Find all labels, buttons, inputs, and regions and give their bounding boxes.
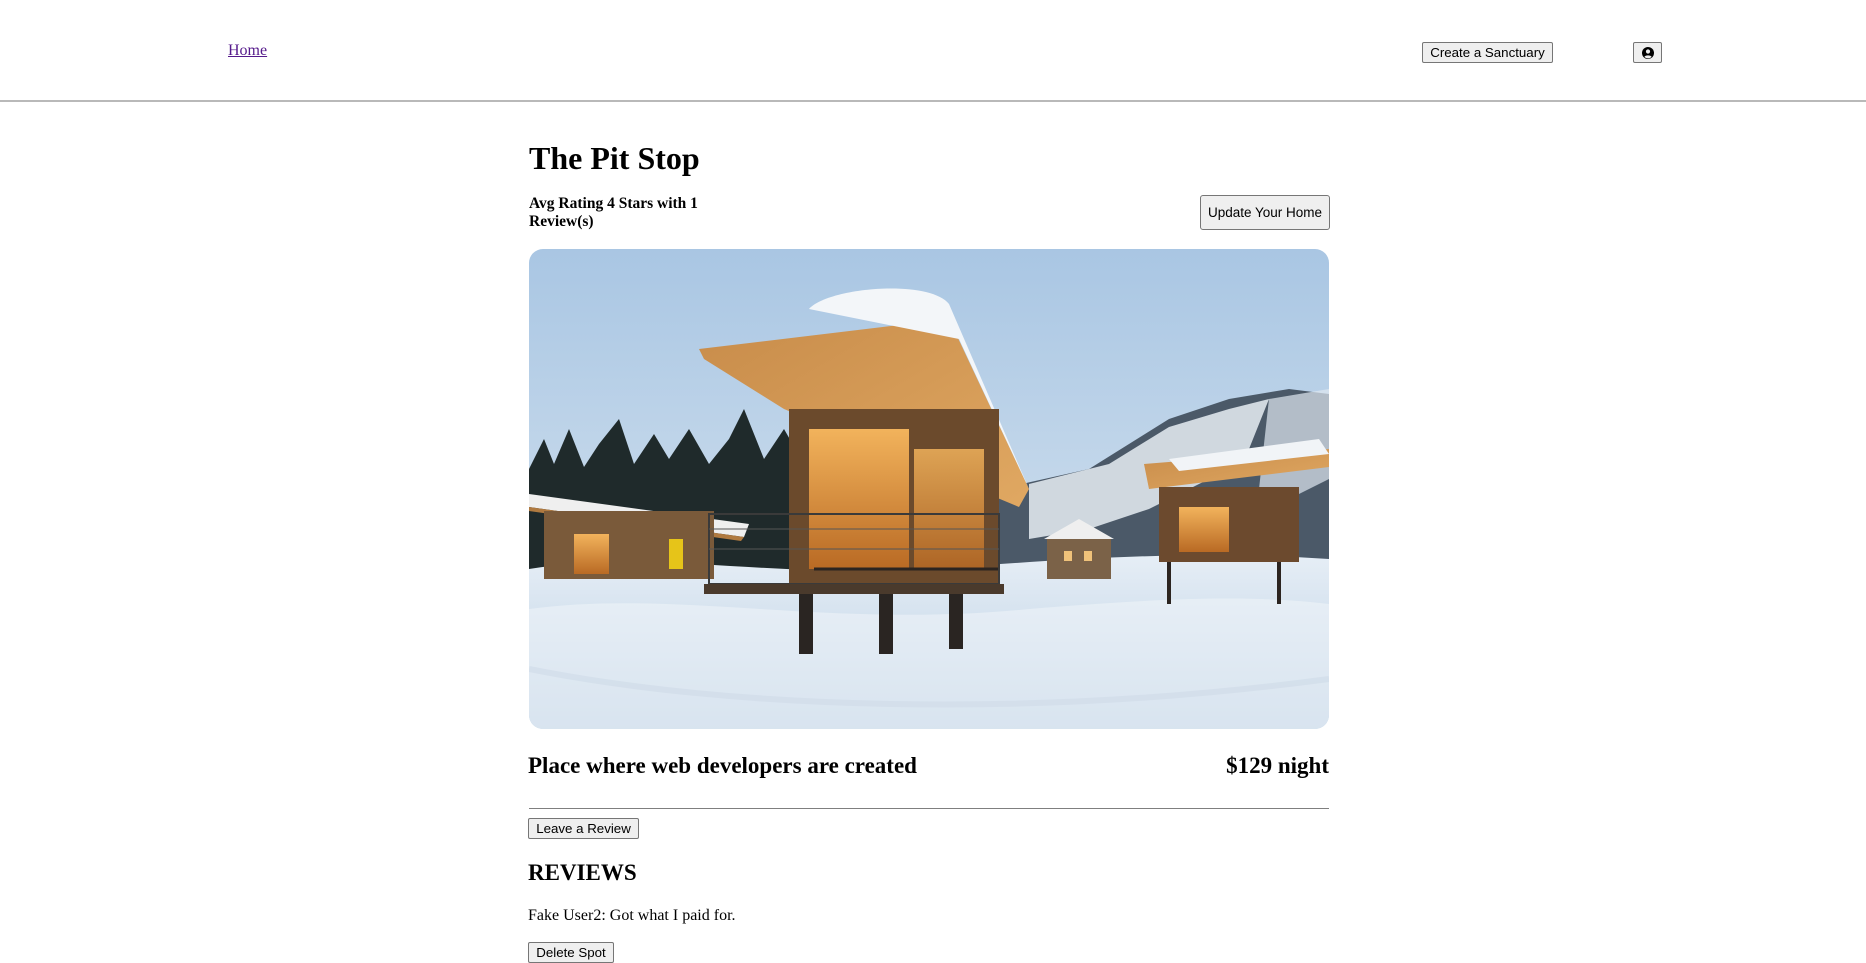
update-home-button[interactable]: Update Your Home xyxy=(1200,195,1330,230)
user-circle-icon xyxy=(1641,46,1654,59)
avg-rating: Avg Rating 4 Stars with 1 Review(s) xyxy=(529,195,698,230)
spot-description: Place where web developers are created xyxy=(528,753,917,778)
section-divider xyxy=(529,808,1329,809)
spot-price: $129 night xyxy=(1226,753,1329,778)
reviews-heading: REVIEWS xyxy=(528,860,637,885)
spot-title: The Pit Stop xyxy=(529,140,700,176)
home-link[interactable]: Home xyxy=(228,42,267,60)
profile-menu-button[interactable] xyxy=(1633,42,1662,63)
leave-review-button[interactable]: Leave a Review xyxy=(528,818,639,839)
create-sanctuary-button[interactable]: Create a Sanctuary xyxy=(1422,42,1553,63)
review-item: Fake User2: Got what I paid for. xyxy=(528,907,736,924)
delete-spot-button[interactable]: Delete Spot xyxy=(528,942,614,963)
top-nav: Home Create a Sanctuary xyxy=(0,0,1866,102)
spot-photo xyxy=(529,249,1329,729)
